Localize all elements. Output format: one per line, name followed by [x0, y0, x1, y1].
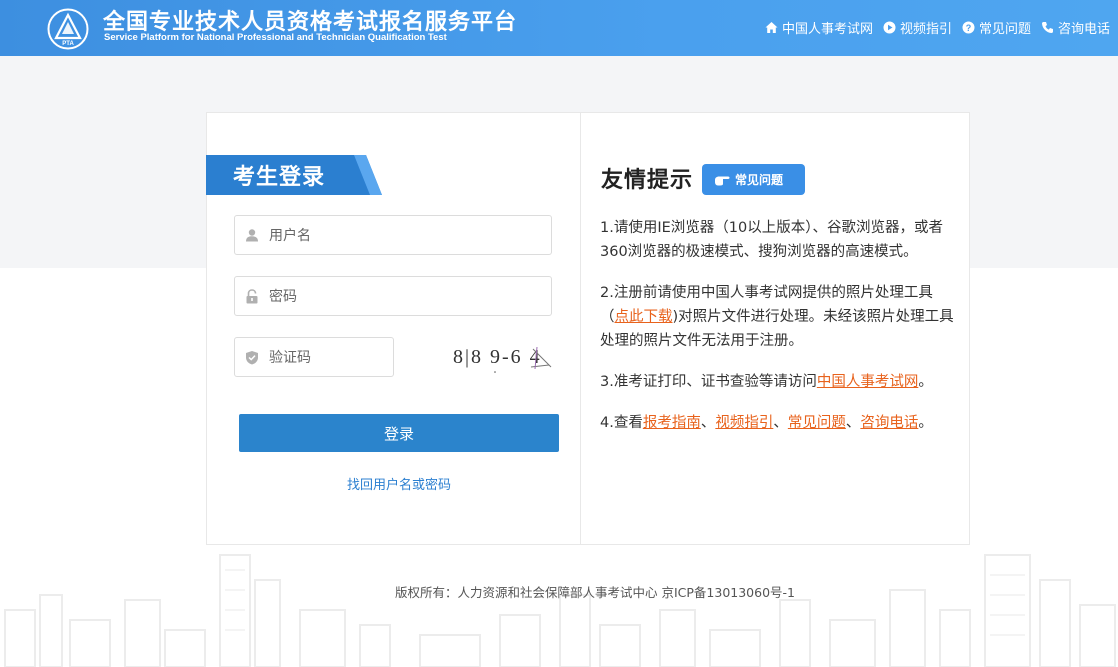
username-field	[234, 215, 552, 256]
top-nav: 中国人事考试网 视频指引 ? 常见问题 咨询电话	[765, 18, 1110, 37]
top-header: PTA 全国专业技术人员资格考试报名服务平台 Service Platform …	[0, 0, 1118, 56]
tip-item-4: 4.查看报考指南、视频指引、常见问题、咨询电话。	[600, 415, 933, 431]
nav-phone[interactable]: 咨询电话	[1041, 18, 1110, 37]
tip-item-1: 1.请使用IE浏览器（10以上版本）、谷歌浏览器，或者360浏览器的极速模式、搜…	[600, 220, 943, 260]
captcha-text: 8|8 9-6 4	[453, 346, 542, 368]
tip-item-3: 3.准考证打印、证书查验等请访问中国人事考试网。	[600, 374, 933, 390]
nav-video[interactable]: 视频指引	[883, 18, 952, 37]
username-input[interactable]	[267, 216, 541, 256]
faq-badge-label: 常见问题	[735, 173, 784, 187]
photo-tool-download-link[interactable]: 点此下载	[615, 309, 673, 325]
nav-faq[interactable]: ? 常见问题	[962, 18, 1031, 37]
nav-home-label: 中国人事考试网	[781, 22, 873, 37]
nav-home[interactable]: 中国人事考试网	[765, 18, 873, 37]
tips-title: 友情提示	[601, 168, 694, 193]
captcha-image[interactable]: 8|8 9-6 4	[451, 339, 555, 375]
password-field	[234, 276, 552, 317]
password-input[interactable]	[267, 277, 541, 317]
nav-faq-label: 常见问题	[978, 22, 1031, 37]
login-title: 考生登录	[233, 165, 326, 190]
shield-icon	[246, 351, 258, 365]
login-ribbon: 考生登录	[206, 155, 384, 195]
nav-phone-label: 咨询电话	[1057, 22, 1110, 37]
logo-text: PTA	[62, 41, 74, 47]
home-icon	[765, 22, 778, 33]
login-card: 考生登录 8|8 9-6 4 登录 找回用户名或密码 友情提示 常见问题 1.请…	[206, 112, 970, 545]
question-icon: ?	[962, 21, 975, 34]
video-guide-link[interactable]: 视频指引	[715, 415, 773, 431]
site-subtitle: Service Platform for National Profession…	[104, 32, 447, 43]
user-icon	[246, 229, 258, 242]
phone-icon	[1041, 22, 1053, 33]
captcha-field	[234, 337, 394, 378]
exam-guide-link[interactable]: 报考指南	[643, 415, 701, 431]
city-skyline-decoration	[4, 554, 1116, 667]
faq-link[interactable]: 常见问题	[788, 415, 846, 431]
card-divider	[580, 113, 581, 544]
tip-item-2: 2.注册前请使用中国人事考试网提供的照片处理工具（点此下载)对照片文件进行处理。…	[600, 285, 954, 349]
pta-logo-icon: PTA	[47, 8, 89, 50]
login-button[interactable]: 登录	[239, 414, 559, 452]
cpta-site-link[interactable]: 中国人事考试网	[817, 374, 919, 390]
svg-text:?: ?	[966, 23, 972, 33]
captcha-input[interactable]	[267, 338, 391, 378]
nav-video-label: 视频指引	[899, 22, 952, 37]
pointing-hand-icon	[715, 176, 730, 185]
footer-copyright: 版权所有：人力资源和社会保障部人事考试中心 京ICP备13013060号-1	[394, 585, 795, 600]
forgot-credentials-link[interactable]: 找回用户名或密码	[239, 474, 559, 493]
play-icon	[883, 21, 896, 34]
lock-icon	[246, 289, 258, 304]
consult-phone-link[interactable]: 咨询电话	[860, 415, 918, 431]
faq-badge-button[interactable]: 常见问题	[702, 164, 805, 195]
tips-list: 1.请使用IE浏览器（10以上版本）、谷歌浏览器，或者360浏览器的极速模式、搜…	[600, 216, 958, 452]
